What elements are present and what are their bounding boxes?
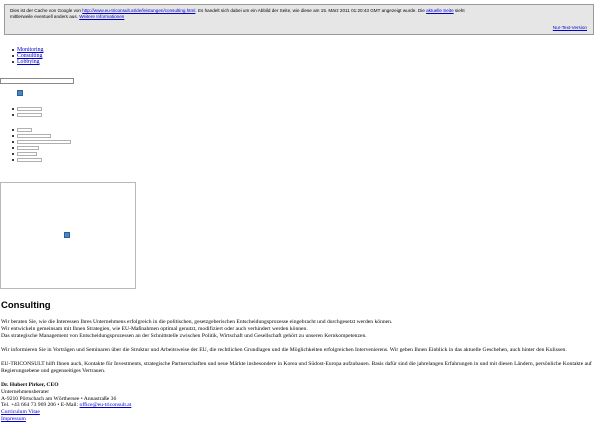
paragraph-line: Wir beraten Sie, wie die Interessen Ihre… — [1, 319, 393, 325]
contact-block: Dr. Hubert Pirker, CEO Unternehmensberat… — [1, 382, 597, 423]
more-info-link[interactable]: Weitere Informationen — [79, 14, 124, 19]
contacts-paragraph: EU-TRICONSULT hilft Ihnen auch, Kontakte… — [1, 361, 592, 374]
page-title: Consulting — [1, 300, 51, 311]
bullet-icon — [12, 152, 15, 156]
empty-link[interactable] — [17, 106, 42, 111]
bullet-icon — [12, 134, 15, 138]
empty-link[interactable] — [17, 127, 32, 132]
bullet-icon — [12, 48, 15, 52]
imprint-link[interactable]: Impressum — [1, 416, 26, 422]
bullet-icon — [12, 146, 15, 150]
cv-link[interactable]: Curriculum Vitae — [1, 409, 40, 415]
search-input[interactable] — [0, 78, 74, 84]
main-content: Consulting Wir beraten Sie, wie die Inte… — [1, 300, 597, 423]
intro-paragraph: Wir beraten Sie, wie die Interessen Ihre… — [1, 319, 597, 340]
email-link[interactable]: office@eu-triconsult.at — [80, 402, 132, 408]
contact-name: Dr. Hubert Pirker, CEO — [1, 382, 59, 388]
contact-role: Unternehmensberater — [1, 388, 50, 395]
empty-link[interactable] — [17, 151, 37, 156]
bullet-icon — [12, 113, 15, 117]
empty-link[interactable] — [17, 112, 42, 117]
cached-url-link[interactable]: http://www.eu-triconsult.at/de/leistunge… — [82, 8, 195, 13]
paragraph-line: Wir entwickeln gemeinsam mit Ihnen Strat… — [1, 326, 308, 332]
google-cache-banner: Dies ist der Cache von Google von http:/… — [4, 4, 594, 35]
cache-banner-line2: mittlerweile eventuell anders aus. Weite… — [10, 14, 588, 20]
nav-link-lobbying[interactable]: Lobbying — [17, 59, 40, 65]
bullet-icon — [12, 107, 15, 111]
bullet-icon — [12, 60, 15, 64]
main-navigation: Monitoring Consulting Lobbying — [0, 47, 43, 65]
contact-phone: Tel. +43 664 73 969 206 • E-Mail: — [1, 402, 80, 409]
seminar-paragraph: Wir informieren Sie in Vorträgen und Sem… — [1, 347, 567, 353]
search-button[interactable] — [17, 90, 23, 96]
empty-link[interactable] — [17, 157, 42, 162]
broken-image-icon — [64, 232, 70, 238]
empty-link[interactable] — [17, 133, 51, 138]
nav-item-lobbying: Lobbying — [0, 59, 43, 65]
cache-banner-text: sieht — [453, 8, 465, 13]
paragraph-line: Das strategische Management von Entschei… — [1, 333, 367, 339]
text-only-version-link[interactable]: Nur-Text-Version — [553, 25, 587, 31]
broken-image-frame — [0, 182, 136, 289]
cache-banner-text: Dies ist der Cache von Google von — [10, 8, 83, 13]
empty-link[interactable] — [17, 139, 71, 144]
bullet-icon — [12, 54, 15, 58]
bullet-icon — [12, 128, 15, 132]
empty-link[interactable] — [17, 145, 39, 150]
current-page-link[interactable]: aktuelle Seite — [426, 8, 454, 13]
cache-banner-text: . Es handelt sich dabei um ein Abbild de… — [195, 8, 427, 13]
contact-phone-email: Tel. +43 664 73 969 206 • E-Mail: office… — [1, 402, 597, 409]
bullet-icon — [12, 140, 15, 144]
bullet-icon — [12, 158, 15, 162]
cache-banner-text: mittlerweile eventuell anders aus. — [10, 14, 80, 19]
